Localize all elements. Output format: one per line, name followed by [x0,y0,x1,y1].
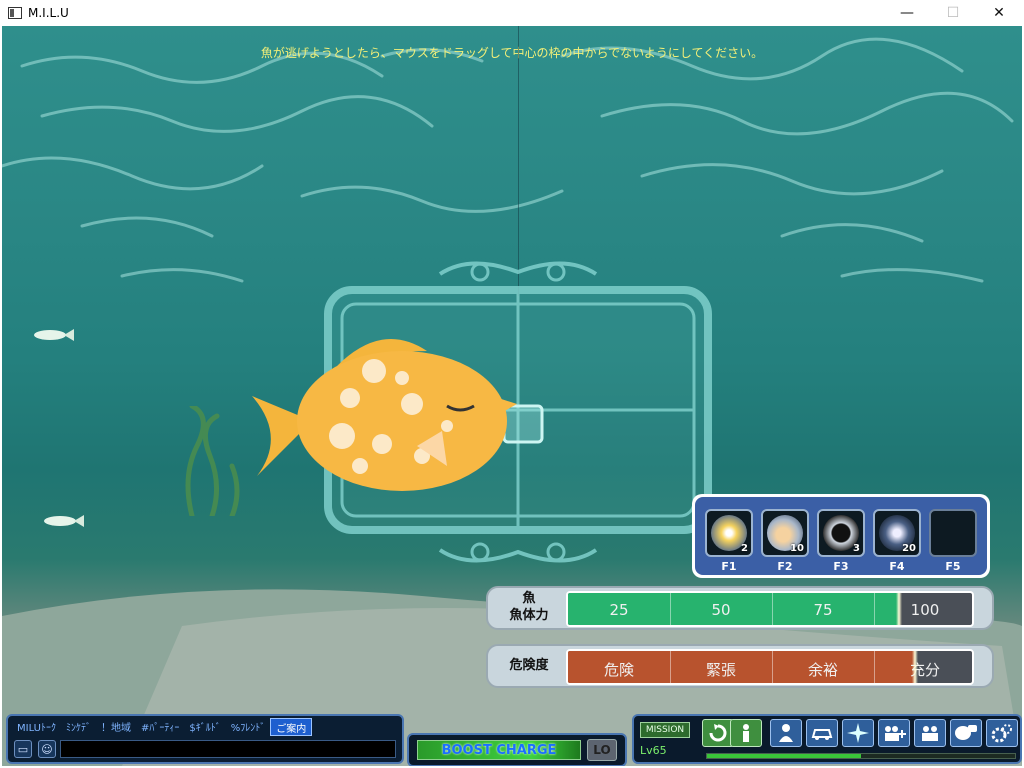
chat-tab-guide[interactable]: ご案内 [270,718,313,736]
app-icon [8,7,22,19]
skill-key-label: F3 [833,560,849,573]
chat-bubble-icon[interactable] [950,719,982,747]
skill-key-label: F2 [777,560,793,573]
danger-bar: 危険 緊張 余裕 充分 [566,649,974,685]
instruction-text: 魚が逃げようとしたら、マウスをドラッグして中心の枠の中からでないようにしてくださ… [260,46,764,60]
lo-button[interactable]: LO [587,739,617,761]
stamina-label: 魚体力 [509,608,549,623]
boost-charge-bar: BOOST CHARGE [417,740,581,760]
skill-key-label: F4 [889,560,905,573]
danger-tick-label: 余裕 [807,661,838,679]
skill-effect-icon[interactable] [842,719,874,747]
danger-label: 危険度 [509,657,549,673]
party-add-icon[interactable] [878,719,910,747]
fish-stamina-bar: 25 50 75 100 [566,591,974,627]
danger-panel: 危険度 危険 緊張 余裕 充分 [486,644,994,688]
mission-button[interactable]: MISSION [640,722,690,738]
skill-slot-f5[interactable] [929,509,977,557]
chat-tab-minkede[interactable]: ﾐﾝｹﾃﾞ [61,718,96,736]
stamina-marker [896,593,903,625]
small-fish [44,515,84,527]
fish-label: 魚 [522,591,536,607]
friends-icon[interactable] [914,719,946,747]
hooked-fish [252,339,517,491]
game-window: M.I.L.U — ☐ ✕ 魚が逃げようとしたら、マウスをドラッグして中心の枠の… [0,0,1024,768]
main-menu-bar: MISSION Lv65 [632,714,1022,764]
danger-tick-label: 緊張 [705,661,736,679]
fish-stamina-panel: 魚 魚体力 25 50 75 100 [486,586,994,630]
chat-tab-region[interactable]: ！地域 [96,718,136,736]
title-bar: M.I.L.U — ☐ ✕ [0,0,1024,26]
settings-gear-icon[interactable] [986,719,1018,747]
chat-tabs: MILUﾄｰｸ ﾐﾝｹﾃﾞ ！地域 #ﾊﾟｰﾃｨｰ $ｷﾞﾙﾄﾞ %ﾌﾚﾝﾄﾞ … [12,718,313,736]
chat-tab-milu[interactable]: MILUﾄｰｸ [12,718,61,736]
fishing-scene[interactable]: 魚が逃げようとしたら、マウスをドラッグして中心の枠の中からでないようにしてくださ… [2,26,1022,766]
experience-fill [707,754,861,758]
skill-slot-f3[interactable]: 3 [817,509,865,557]
skill-count: 10 [790,543,804,554]
small-fish [34,329,74,341]
chat-tab-friend[interactable]: %ﾌﾚﾝﾄﾞ [226,718,271,736]
profile-icon[interactable] [770,719,802,747]
fish-stamina-label: 魚 魚体力 [492,588,566,628]
emote-icon[interactable]: ☺ [38,740,56,758]
chat-panel: MILUﾄｰｸ ﾐﾝｹﾃﾞ ！地域 #ﾊﾟｰﾃｨｰ $ｷﾞﾙﾄﾞ %ﾌﾚﾝﾄﾞ … [6,714,404,764]
chat-input[interactable] [60,740,396,758]
danger-tick-label: 危険 [603,661,634,679]
danger-marker [912,651,919,683]
stamina-tick-label: 100 [910,601,940,619]
boost-panel: BOOST CHARGE LO [407,733,627,766]
chat-tab-party[interactable]: #ﾊﾟｰﾃｨｰ [136,718,184,736]
close-button[interactable]: ✕ [976,0,1022,26]
chat-window-icon[interactable]: ▭ [14,740,32,758]
skill-slot-f1[interactable]: 2 [705,509,753,557]
skill-key-label: F5 [945,560,961,573]
character-status-icon[interactable] [730,719,762,747]
skill-count: 3 [853,543,860,554]
vehicle-icon[interactable] [806,719,838,747]
minimize-button[interactable]: — [884,0,930,26]
skill-slot-f2[interactable]: 10 [761,509,809,557]
danger-tick-label: 充分 [909,661,940,679]
window-title: M.I.L.U [28,6,69,20]
player-level: Lv65 [640,744,667,757]
skill-key-label: F1 [721,560,737,573]
stamina-tick-label: 50 [711,601,731,619]
maximize-button[interactable]: ☐ [930,0,976,26]
skill-panel: 2 10 3 20 F1 F2 F3 F4 F5 [692,494,990,578]
skill-count: 2 [741,543,748,554]
skill-slot-f4[interactable]: 20 [873,509,921,557]
stamina-tick-label: 75 [813,601,833,619]
chat-tab-guild[interactable]: $ｷﾞﾙﾄﾞ [184,718,225,736]
skill-count: 20 [902,543,916,554]
experience-bar [706,753,1016,759]
stamina-tick-label: 25 [609,601,629,619]
